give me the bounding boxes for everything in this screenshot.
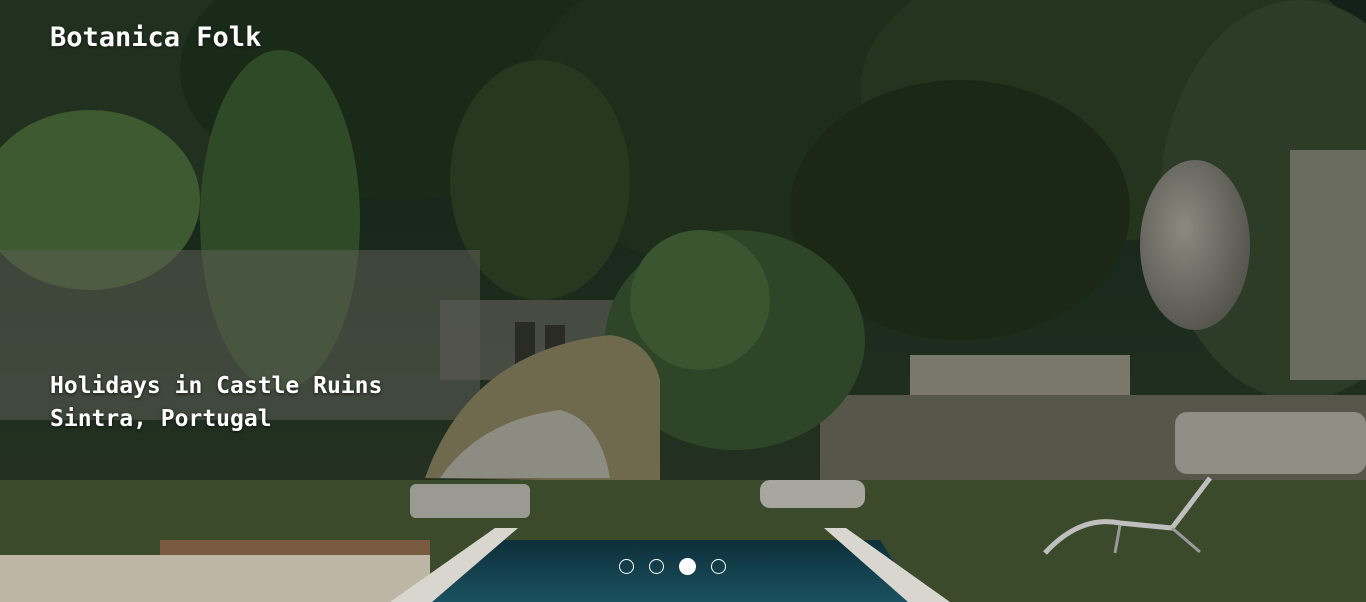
- carousel-dot-4[interactable]: [711, 559, 726, 574]
- background-photo: [0, 0, 1366, 602]
- carousel-dot-1[interactable]: [619, 559, 634, 574]
- site-logo-link[interactable]: Botanica Folk: [50, 22, 261, 53]
- slide-caption-location: Sintra, Portugal: [50, 406, 272, 432]
- slide-caption-title: Holidays in Castle Ruins: [50, 373, 383, 399]
- carousel-dot-3[interactable]: [679, 558, 696, 575]
- hero-slider: Botanica Folk Holidays in Castle Ruins S…: [0, 0, 1366, 602]
- carousel-dot-2[interactable]: [649, 559, 664, 574]
- carousel-pagination: [619, 558, 726, 575]
- slide-caption: Holidays in Castle Ruins Sintra, Portuga…: [50, 370, 382, 436]
